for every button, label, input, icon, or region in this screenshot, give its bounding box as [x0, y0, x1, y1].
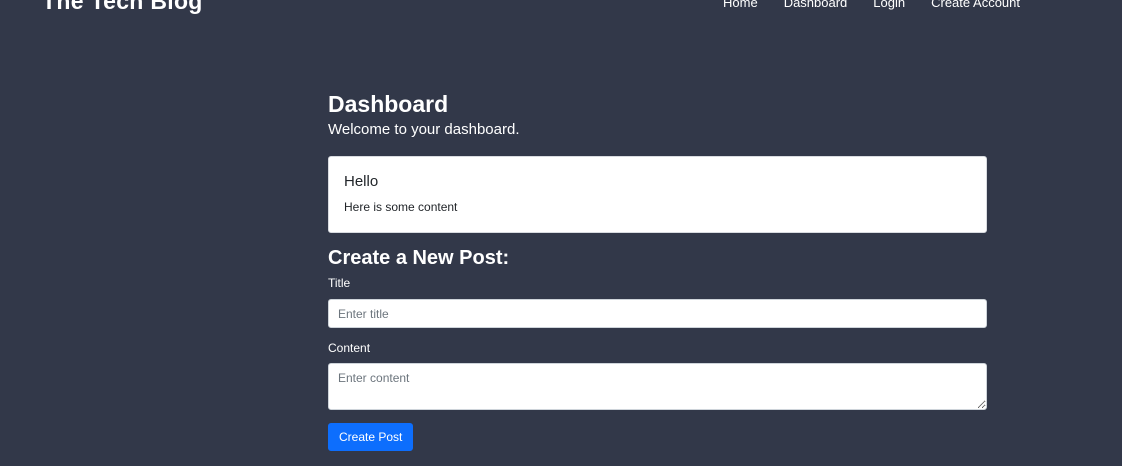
form-heading: Create a New Post:: [328, 247, 510, 269]
title-label: Title: [328, 276, 351, 290]
post-card[interactable]: Hello Here is some content: [328, 156, 987, 233]
post-title: Hello: [344, 173, 379, 190]
content-textarea[interactable]: [328, 363, 987, 410]
page: The Tech Blog Home Dashboard Login Creat…: [0, 0, 1122, 466]
nav-link-login[interactable]: Login: [873, 0, 905, 10]
page-subtitle: Welcome to your dashboard.: [328, 121, 520, 138]
nav-links: Home Dashboard Login Create Account: [723, 0, 1020, 10]
content-label: Content: [328, 341, 371, 355]
post-content: Here is some content: [344, 200, 458, 214]
nav-link-create-account[interactable]: Create Account: [931, 0, 1020, 10]
main-content: Dashboard Welcome to your dashboard. Hel…: [328, 90, 987, 451]
site-brand[interactable]: The Tech Blog: [42, 0, 203, 15]
title-input[interactable]: [328, 299, 987, 328]
nav-link-home[interactable]: Home: [723, 0, 758, 10]
page-title: Dashboard: [328, 91, 449, 117]
navbar: The Tech Blog Home Dashboard Login Creat…: [0, 0, 1122, 14]
create-post-button[interactable]: Create Post: [328, 423, 414, 451]
new-post-form: Create a New Post: Title Content Create …: [328, 246, 987, 451]
nav-link-dashboard[interactable]: Dashboard: [784, 0, 848, 10]
